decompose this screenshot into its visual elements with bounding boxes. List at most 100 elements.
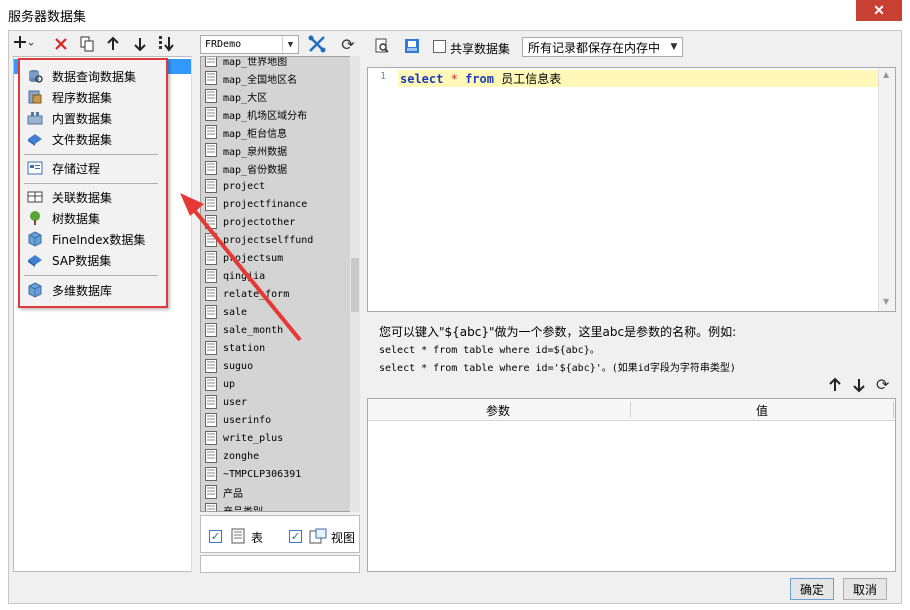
views-checkbox[interactable]: ✓ xyxy=(289,530,302,543)
table-icon xyxy=(205,233,217,247)
table-list-item[interactable]: userinfo xyxy=(201,411,351,429)
table-list-item[interactable]: map_机场区域分布 xyxy=(201,105,351,123)
page-query-icon[interactable] xyxy=(404,38,420,57)
hint-main-text: 您可以键入"${abc}"做为一个参数，这里abc是参数的名称。例如: xyxy=(379,325,737,339)
connection-select[interactable]: FRDemo ▼ xyxy=(200,35,299,54)
table-list[interactable]: map_世界地图 map_全国地区名 map_大区 map_机场区域分布 map_柜台信… xyxy=(200,56,360,512)
table-list-item[interactable]: project xyxy=(201,177,351,195)
table-list-item[interactable]: map_泉州数据 xyxy=(201,141,351,159)
parameter-table[interactable]: 参数 值 xyxy=(367,398,896,572)
menu-separator xyxy=(24,183,158,184)
table-icon xyxy=(205,467,217,481)
add-icon[interactable] xyxy=(12,33,34,55)
title-bar: 服务器数据集 ✕ xyxy=(0,0,910,30)
ok-button[interactable]: 确定 xyxy=(790,578,834,600)
table-list-item[interactable]: 产品类别 xyxy=(201,501,351,512)
builtin-dataset-icon xyxy=(26,110,44,126)
table-name: 产品类别 xyxy=(223,506,263,512)
scroll-up-icon[interactable]: ▲ xyxy=(883,70,889,79)
table-list-item[interactable]: projectselffund xyxy=(201,231,351,249)
parameter-table-header: 参数 值 xyxy=(368,399,895,421)
table-icon xyxy=(205,287,217,301)
menu-item-builtin-dataset[interactable]: 内置数据集 xyxy=(26,108,160,128)
filter-search-box[interactable] xyxy=(200,555,360,573)
table-list-item[interactable]: user xyxy=(201,393,351,411)
table-list-item[interactable]: map_世界地图 xyxy=(201,56,351,69)
copy-icon[interactable] xyxy=(76,33,98,55)
table-list-item[interactable]: projectsum xyxy=(201,249,351,267)
move-down-icon[interactable] xyxy=(129,33,151,55)
tables-label: 表 xyxy=(251,531,264,545)
table-name: sale_month xyxy=(223,324,284,336)
menu-item-cube-database[interactable]: 多维数据库 xyxy=(26,280,160,300)
table-name: qingjia xyxy=(223,270,266,282)
cancel-button[interactable]: 取消 xyxy=(843,578,887,600)
share-dataset-label: 共享数据集 xyxy=(450,42,511,56)
table-list-item[interactable]: projectother xyxy=(201,213,351,231)
table-list-item[interactable]: projectfinance xyxy=(201,195,351,213)
table-name: projectfinance xyxy=(223,198,308,210)
table-list-item[interactable]: qingjia xyxy=(201,267,351,285)
sql-text[interactable]: select * from 员工信息表 xyxy=(400,70,561,87)
menu-item-sap-dataset[interactable]: SAP数据集 xyxy=(26,250,160,270)
table-list-item[interactable]: ~TMPCLP306391 xyxy=(201,465,351,483)
table-name: map_世界地图 xyxy=(223,56,288,68)
preview-icon[interactable] xyxy=(374,38,390,57)
memory-mode-select[interactable]: 所有记录都保存在内存中 ▼ xyxy=(522,37,683,57)
move-up-icon[interactable] xyxy=(828,377,842,396)
table-icon xyxy=(205,57,217,67)
menu-item-stored-procedure[interactable]: 存储过程 xyxy=(26,158,160,178)
sql-star: * xyxy=(450,72,458,86)
delete-icon[interactable] xyxy=(50,33,72,55)
menu-item-fineindex-dataset[interactable]: FineIndex数据集 xyxy=(26,229,160,249)
table-list-item[interactable]: map_柜台信息 xyxy=(201,123,351,141)
menu-item-program-dataset[interactable]: 程序数据集 xyxy=(26,87,160,107)
scrollbar-thumb[interactable] xyxy=(351,258,359,312)
menu-item-database-query[interactable]: 数据查询数据集 xyxy=(26,66,160,86)
table-name: userinfo xyxy=(223,414,272,426)
table-list-item[interactable]: zonghe xyxy=(201,447,351,465)
table-name: map_大区 xyxy=(223,92,268,104)
table-list-item[interactable]: up xyxy=(201,375,351,393)
connection-settings-button[interactable] xyxy=(306,34,328,54)
table-list-item[interactable]: suguo xyxy=(201,357,351,375)
column-header-parameter[interactable]: 参数 xyxy=(486,402,510,419)
tree-scrollbar[interactable] xyxy=(191,56,198,572)
sql-editor-scrollbar[interactable]: ▲ ▼ xyxy=(878,68,895,311)
table-list-item[interactable]: station xyxy=(201,339,351,357)
column-header-value[interactable]: 值 xyxy=(756,402,768,419)
sql-editor[interactable]: 1 select * from 员工信息表 xyxy=(367,67,896,312)
table-list-item[interactable]: 产品 xyxy=(201,483,351,501)
table-list-item[interactable]: map_省份数据 xyxy=(201,159,351,177)
chevron-down-icon[interactable]: ▼ xyxy=(666,38,682,56)
fineindex-dataset-icon xyxy=(26,231,44,247)
table-icon xyxy=(205,359,217,373)
move-up-icon[interactable] xyxy=(102,33,124,55)
table-name: map_省份数据 xyxy=(223,164,288,176)
move-down-icon[interactable] xyxy=(852,377,866,396)
tables-checkbox[interactable]: ✓ xyxy=(209,530,222,543)
menu-item-file-dataset[interactable]: 文件数据集 xyxy=(26,129,160,149)
table-list-item[interactable]: sale xyxy=(201,303,351,321)
sort-icon[interactable] xyxy=(155,33,177,55)
table-list-item[interactable]: map_大区 xyxy=(201,87,351,105)
menu-item-related-dataset[interactable]: 关联数据集 xyxy=(26,187,160,207)
share-dataset-checkbox[interactable] xyxy=(433,40,446,53)
table-icon xyxy=(205,107,217,121)
column-divider[interactable] xyxy=(893,402,894,418)
parameter-toolbar: ⟳ xyxy=(826,374,896,396)
close-button[interactable]: ✕ xyxy=(856,0,902,21)
file-dataset-icon xyxy=(26,131,44,147)
table-list-item[interactable]: relate_form xyxy=(201,285,351,303)
hint-example-1: select * from table where id=${abc}。 xyxy=(379,345,600,356)
chevron-down-icon[interactable]: ▼ xyxy=(282,36,298,53)
refresh-icon[interactable]: ⟳ xyxy=(337,34,359,54)
menu-item-tree-dataset[interactable]: 树数据集 xyxy=(26,208,160,228)
scroll-down-icon[interactable]: ▼ xyxy=(883,297,889,306)
table-icon xyxy=(205,215,217,229)
refresh-icon[interactable]: ⟳ xyxy=(876,375,889,394)
table-list-item[interactable]: write_plus xyxy=(201,429,351,447)
table-list-item[interactable]: sale_month xyxy=(201,321,351,339)
column-divider[interactable] xyxy=(630,402,631,418)
table-list-item[interactable]: map_全国地区名 xyxy=(201,69,351,87)
